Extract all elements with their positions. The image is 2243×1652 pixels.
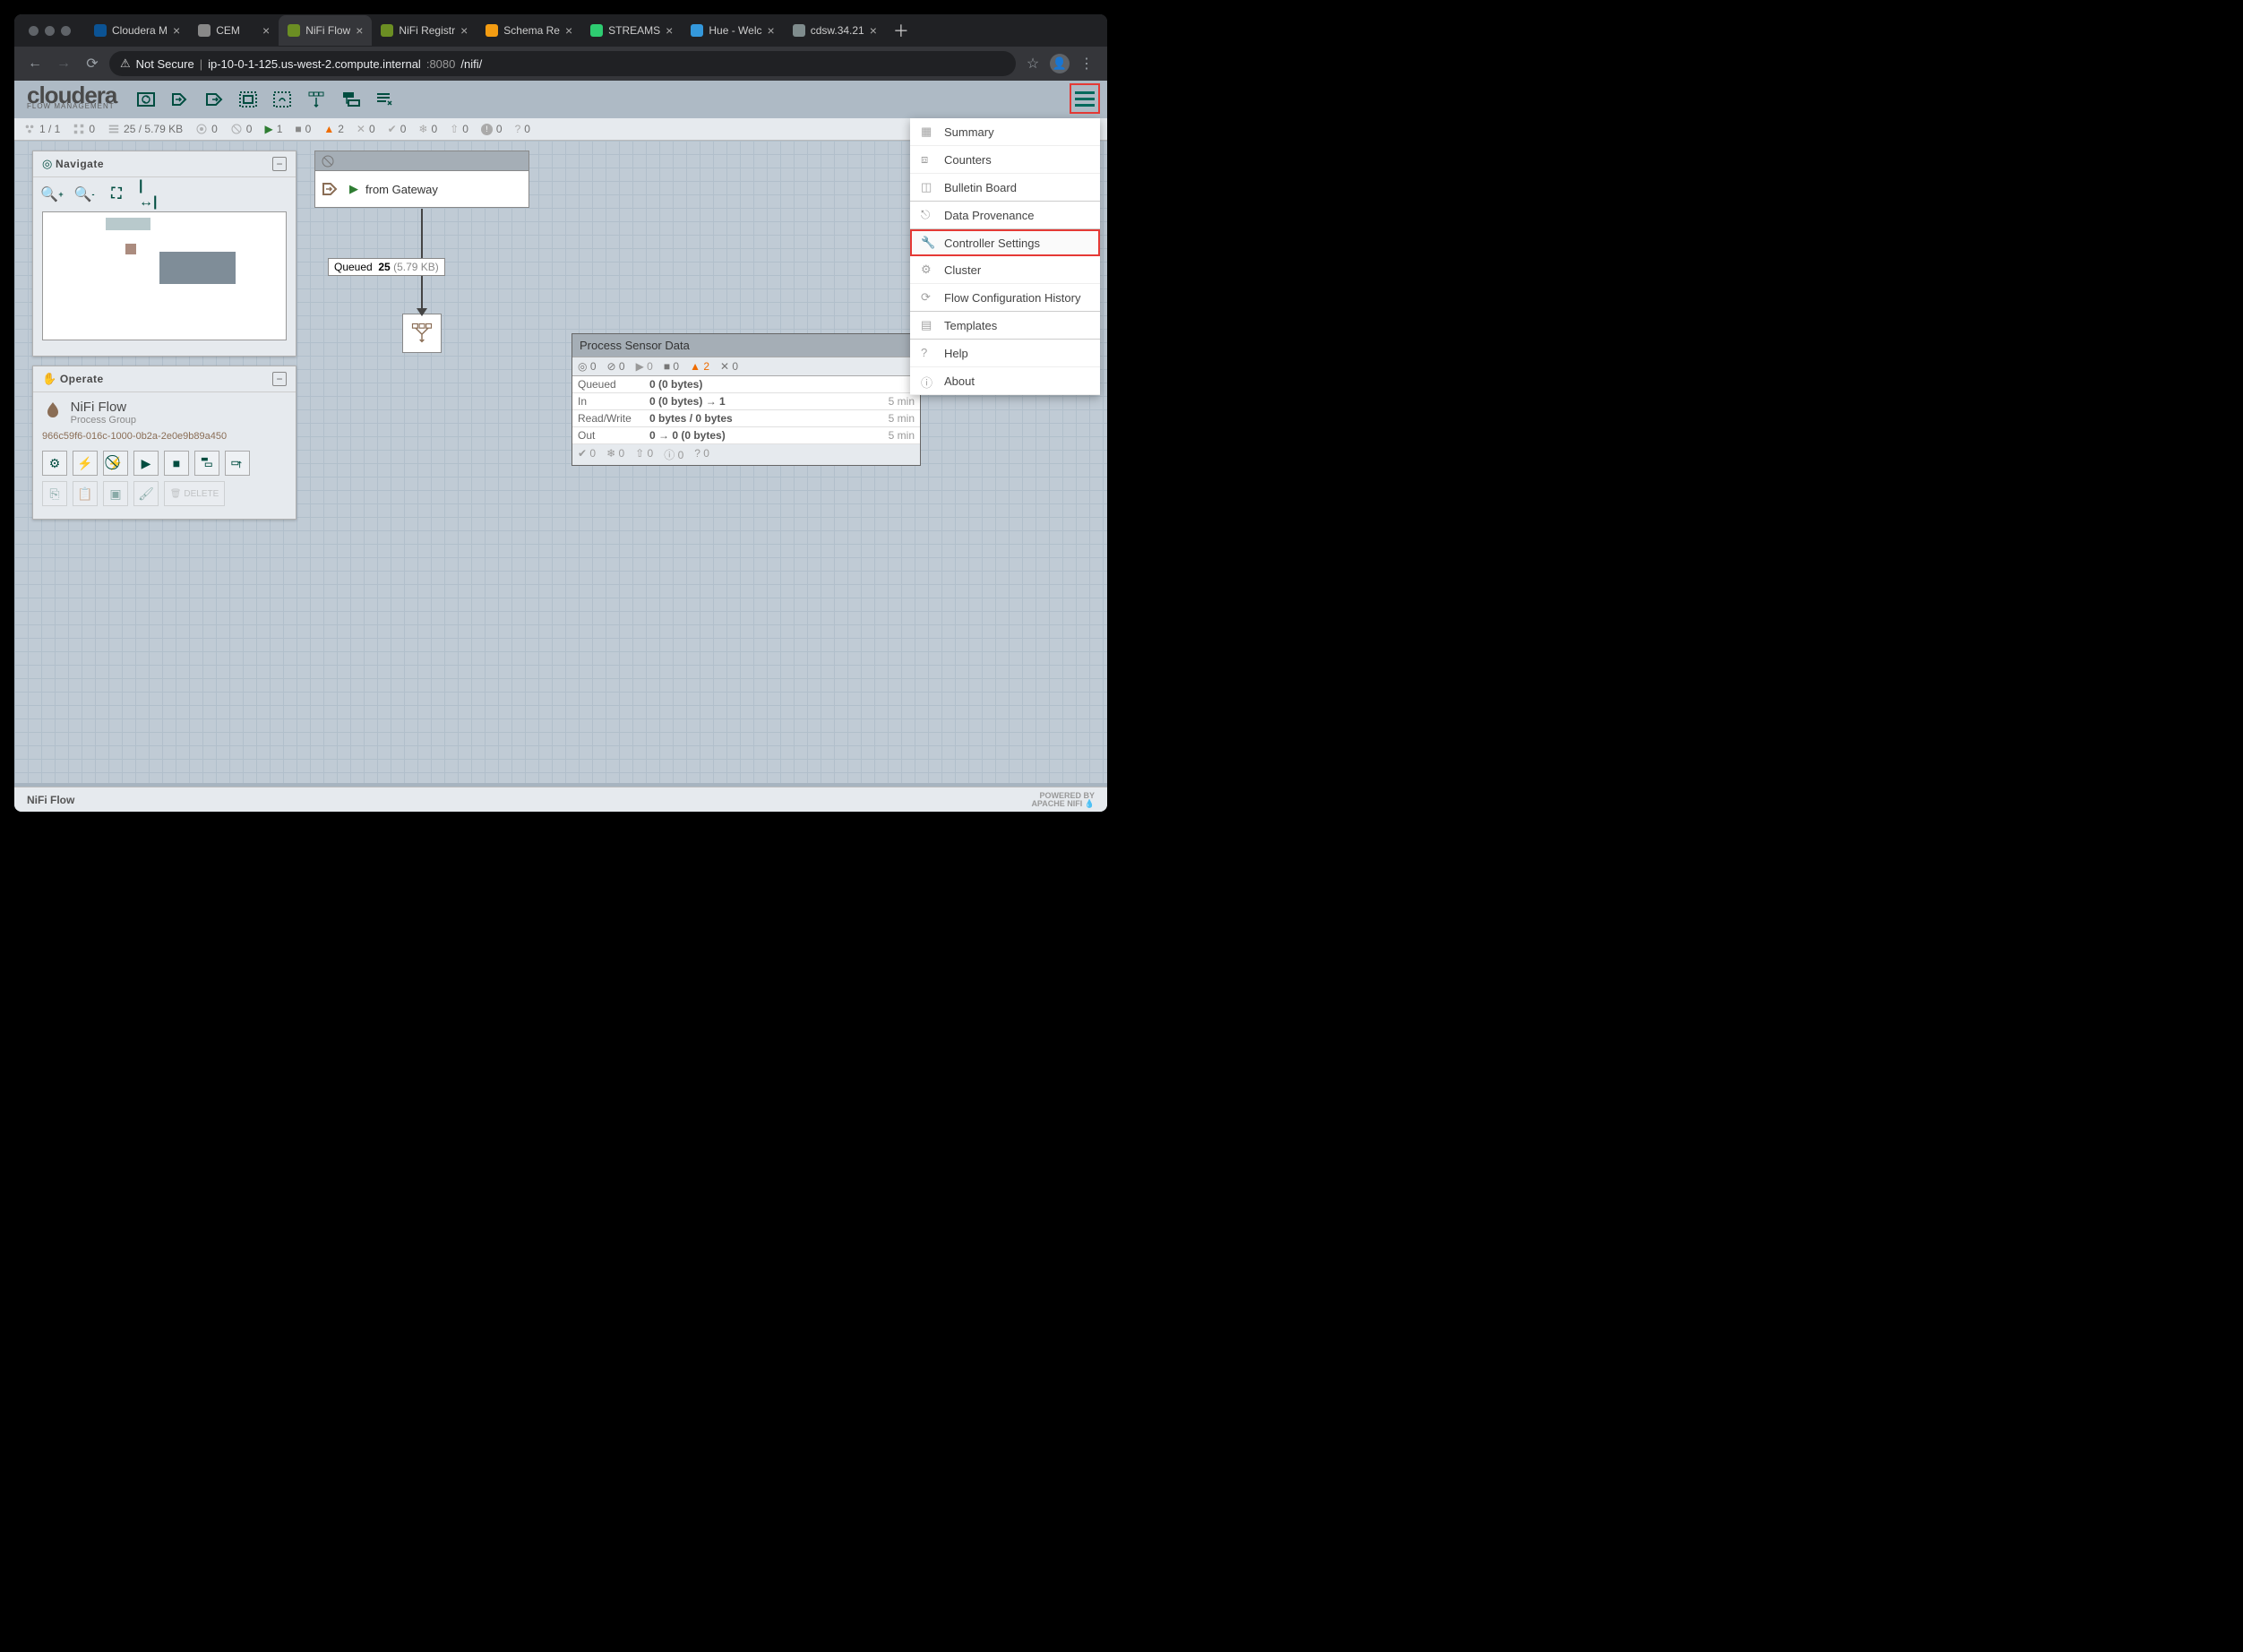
enable-button[interactable]: ⚡: [73, 451, 98, 476]
close-tab-icon[interactable]: ×: [870, 23, 877, 38]
flow-uuid: 966c59f6-016c-1000-0b2a-2e0e9b89a450: [42, 431, 287, 442]
menu-item-flow-configuration-history[interactable]: ⟳Flow Configuration History: [910, 284, 1100, 312]
paste-button: 📋: [73, 481, 98, 506]
menu-item-bulletin-board[interactable]: ◫Bulletin Board: [910, 174, 1100, 202]
output-port-tool[interactable]: [197, 82, 231, 116]
navigate-panel: ◎ Navigate− 🔍+ 🔍- ⛶ |↔|: [32, 151, 296, 357]
browser-tab[interactable]: STREAMS×: [581, 15, 682, 46]
menu-item-counters[interactable]: ⧈Counters: [910, 146, 1100, 174]
start-button[interactable]: ▶: [133, 451, 159, 476]
browser-tab[interactable]: cdsw.34.21×: [784, 15, 886, 46]
minimize-button[interactable]: −: [272, 157, 287, 171]
hand-icon: ✋: [42, 372, 56, 386]
zoom-in-button[interactable]: 🔍+: [42, 185, 62, 204]
menu-item-summary[interactable]: ▦Summary: [910, 118, 1100, 146]
zoom-out-button[interactable]: 🔍-: [74, 185, 94, 204]
cloudera-logo: cloudera FLOW MANAGEMENT: [14, 89, 129, 111]
browser-tabstrip: Cloudera M×CEM×NiFi Flow×NiFi Registr×Sc…: [14, 14, 1107, 47]
warning-count: ▲2: [323, 123, 344, 135]
table-row: Out0 → 0 (0 bytes)5 min: [572, 427, 920, 444]
close-tab-icon[interactable]: ×: [666, 23, 673, 38]
close-tab-icon[interactable]: ×: [173, 23, 180, 38]
browser-tab[interactable]: Schema Re×: [477, 15, 581, 46]
stop-button[interactable]: ■: [164, 451, 189, 476]
running-count: ▶1: [264, 123, 282, 135]
back-button[interactable]: ←: [23, 52, 47, 75]
minimize-button[interactable]: −: [272, 372, 287, 386]
forward-button[interactable]: →: [52, 52, 75, 75]
input-port[interactable]: ▶ from Gateway: [314, 151, 529, 208]
processor-tool[interactable]: [129, 82, 163, 116]
flow-name: NiFi Flow: [71, 400, 136, 415]
browser-tab[interactable]: Cloudera M×: [85, 15, 189, 46]
copy-button: ⎘: [42, 481, 67, 506]
window-controls: [21, 26, 78, 36]
compass-icon: ◎: [42, 157, 52, 171]
close-tab-icon[interactable]: ×: [262, 23, 270, 38]
label-tool[interactable]: [367, 82, 401, 116]
funnel-tool[interactable]: [299, 82, 333, 116]
actual-size-button[interactable]: |↔|: [139, 185, 159, 204]
funnel-processor[interactable]: [402, 314, 442, 353]
powered-by: POWERED BYAPACHE NIFI 💧: [1031, 792, 1095, 808]
browser-toolbar: ← → ⟳ ⚠ Not Secure | ip-10-0-1-125.us-we…: [14, 47, 1107, 81]
remote-process-group-tool[interactable]: [265, 82, 299, 116]
security-label: Not Secure: [136, 57, 194, 71]
connection-queue[interactable]: Queued 25 (5.79 KB): [328, 258, 445, 276]
process-group-status: ◎ 0 ⊘ 0 ▶ 0 ■ 0 ▲ 2 ✕ 0: [572, 357, 920, 376]
app-header: cloudera FLOW MANAGEMENT: [14, 81, 1107, 118]
address-bar[interactable]: ⚠ Not Secure | ip-10-0-1-125.us-west-2.c…: [109, 51, 1016, 76]
process-group-footer: ✔ 0 ❄ 0 ⇧ 0 ⓘ 0 ? 0: [572, 444, 920, 465]
operate-panel: ✋ Operate− NiFi FlowProcess Group 966c59…: [32, 366, 296, 520]
browser-tab[interactable]: NiFi Registr×: [372, 15, 477, 46]
birdseye-map[interactable]: [42, 211, 287, 340]
table-row: Queued0 (0 bytes): [572, 376, 920, 393]
browser-tab[interactable]: NiFi Flow×: [279, 15, 372, 46]
process-group-title: Process Sensor Data: [572, 334, 920, 357]
breadcrumb[interactable]: NiFi Flow: [27, 794, 74, 806]
global-menu: ▦Summary⧈Counters◫Bulletin Board⎋Data Pr…: [910, 118, 1100, 395]
bookmark-icon[interactable]: ☆: [1021, 52, 1044, 75]
port-name: from Gateway: [365, 183, 438, 196]
profile-icon[interactable]: 👤: [1050, 54, 1070, 73]
menu-item-templates[interactable]: ▤Templates: [910, 312, 1100, 340]
process-group-tool[interactable]: [231, 82, 265, 116]
input-port-icon: [321, 178, 342, 200]
menu-item-cluster[interactable]: ⚙Cluster: [910, 256, 1100, 284]
process-group[interactable]: Process Sensor Data ◎ 0 ⊘ 0 ▶ 0 ■ 0 ▲ 2 …: [571, 333, 921, 466]
menu-item-data-provenance[interactable]: ⎋Data Provenance: [910, 202, 1100, 229]
browser-menu-icon[interactable]: ⋮: [1075, 52, 1098, 75]
disable-button[interactable]: ⚡⃠: [103, 451, 128, 476]
play-icon: ▶: [349, 182, 358, 196]
table-row: Read/Write0 bytes / 0 bytes5 min: [572, 410, 920, 427]
global-menu-button[interactable]: [1070, 83, 1100, 114]
color-button: 🖌: [133, 481, 159, 506]
menu-item-controller-settings[interactable]: 🔧Controller Settings: [910, 229, 1100, 256]
group-button: ▣: [103, 481, 128, 506]
browser-tab[interactable]: Hue - Welc×: [682, 15, 783, 46]
active-threads: 1 / 1: [23, 123, 60, 135]
fit-button[interactable]: ⛶: [107, 185, 126, 204]
input-port-tool[interactable]: [163, 82, 197, 116]
warning-icon: ⚠: [120, 56, 131, 71]
close-tab-icon[interactable]: ×: [460, 23, 468, 38]
template-tool[interactable]: [333, 82, 367, 116]
disabled-icon: [321, 154, 335, 168]
table-row: In0 (0 bytes) → 15 min: [572, 393, 920, 410]
flow-type: Process Group: [71, 415, 136, 426]
close-tab-icon[interactable]: ×: [356, 23, 363, 38]
close-tab-icon[interactable]: ×: [768, 23, 775, 38]
nifi-drop-icon: [42, 400, 64, 421]
create-template-button[interactable]: [194, 451, 219, 476]
menu-item-help[interactable]: ?Help: [910, 340, 1100, 367]
breadcrumb-bar: NiFi Flow POWERED BYAPACHE NIFI 💧: [14, 787, 1107, 812]
reload-button[interactable]: ⟳: [81, 52, 104, 75]
menu-item-about[interactable]: ⓘAbout: [910, 367, 1100, 395]
upload-template-button[interactable]: [225, 451, 250, 476]
new-tab-button[interactable]: ＋: [886, 19, 916, 42]
configure-button[interactable]: ⚙: [42, 451, 67, 476]
browser-tab[interactable]: CEM×: [189, 15, 279, 46]
close-tab-icon[interactable]: ×: [565, 23, 572, 38]
delete-button: 🗑 DELETE: [164, 481, 225, 506]
